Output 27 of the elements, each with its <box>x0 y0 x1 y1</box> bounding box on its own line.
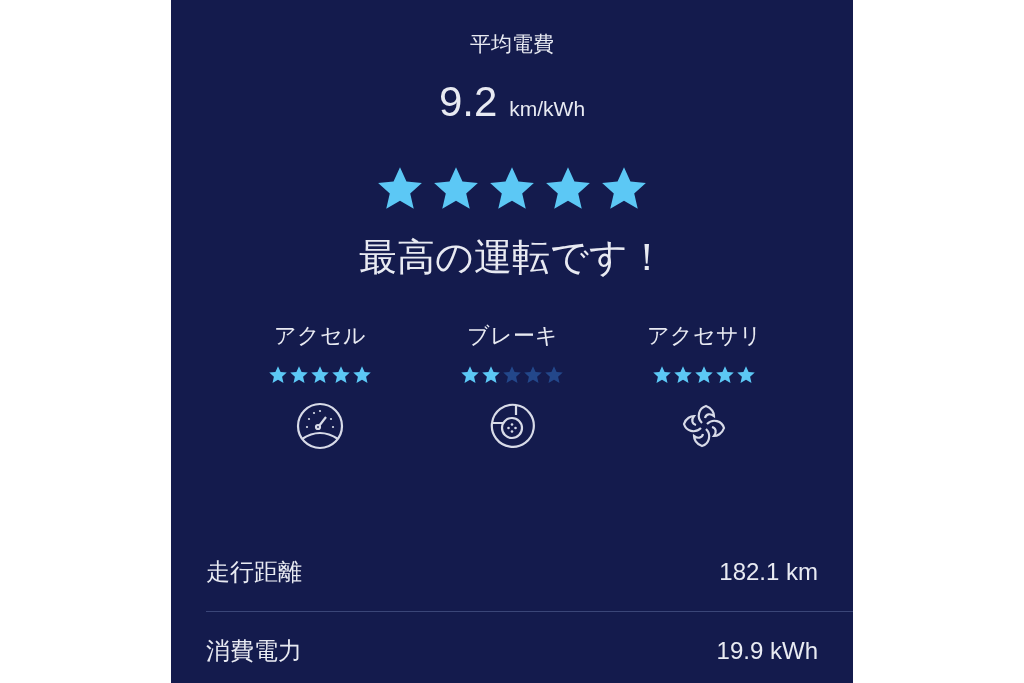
star-icon <box>736 365 756 385</box>
star-icon <box>715 365 735 385</box>
efficiency-value: 9.2 <box>438 78 498 126</box>
star-icon <box>289 365 309 385</box>
star-icon <box>502 365 522 385</box>
rating-message: 最高の運転です！ <box>358 234 666 281</box>
star-icon <box>544 365 564 385</box>
star-icon <box>523 365 543 385</box>
star-icon <box>673 365 693 385</box>
speedometer-icon <box>295 401 345 451</box>
category-label: アクセサリ <box>646 322 762 350</box>
star-icon <box>331 365 351 385</box>
stat-value: 19.9 kWh <box>716 637 818 665</box>
star-icon <box>481 365 501 385</box>
star-icon <box>652 365 672 385</box>
stat-label: 消費電力 <box>206 636 302 667</box>
average-efficiency-label: 平均電費 <box>470 31 554 58</box>
stat-value: 182.1 km <box>719 558 818 586</box>
star-icon <box>694 365 714 385</box>
star-icon <box>310 365 330 385</box>
efficiency-unit: km/kWh <box>509 97 586 121</box>
category-label: アクセル <box>274 322 366 350</box>
star-icon <box>268 365 288 385</box>
star-icon <box>460 365 480 385</box>
stat-label: 走行距離 <box>206 557 302 588</box>
category-label: ブレーキ <box>466 322 558 350</box>
star-icon <box>352 365 372 385</box>
